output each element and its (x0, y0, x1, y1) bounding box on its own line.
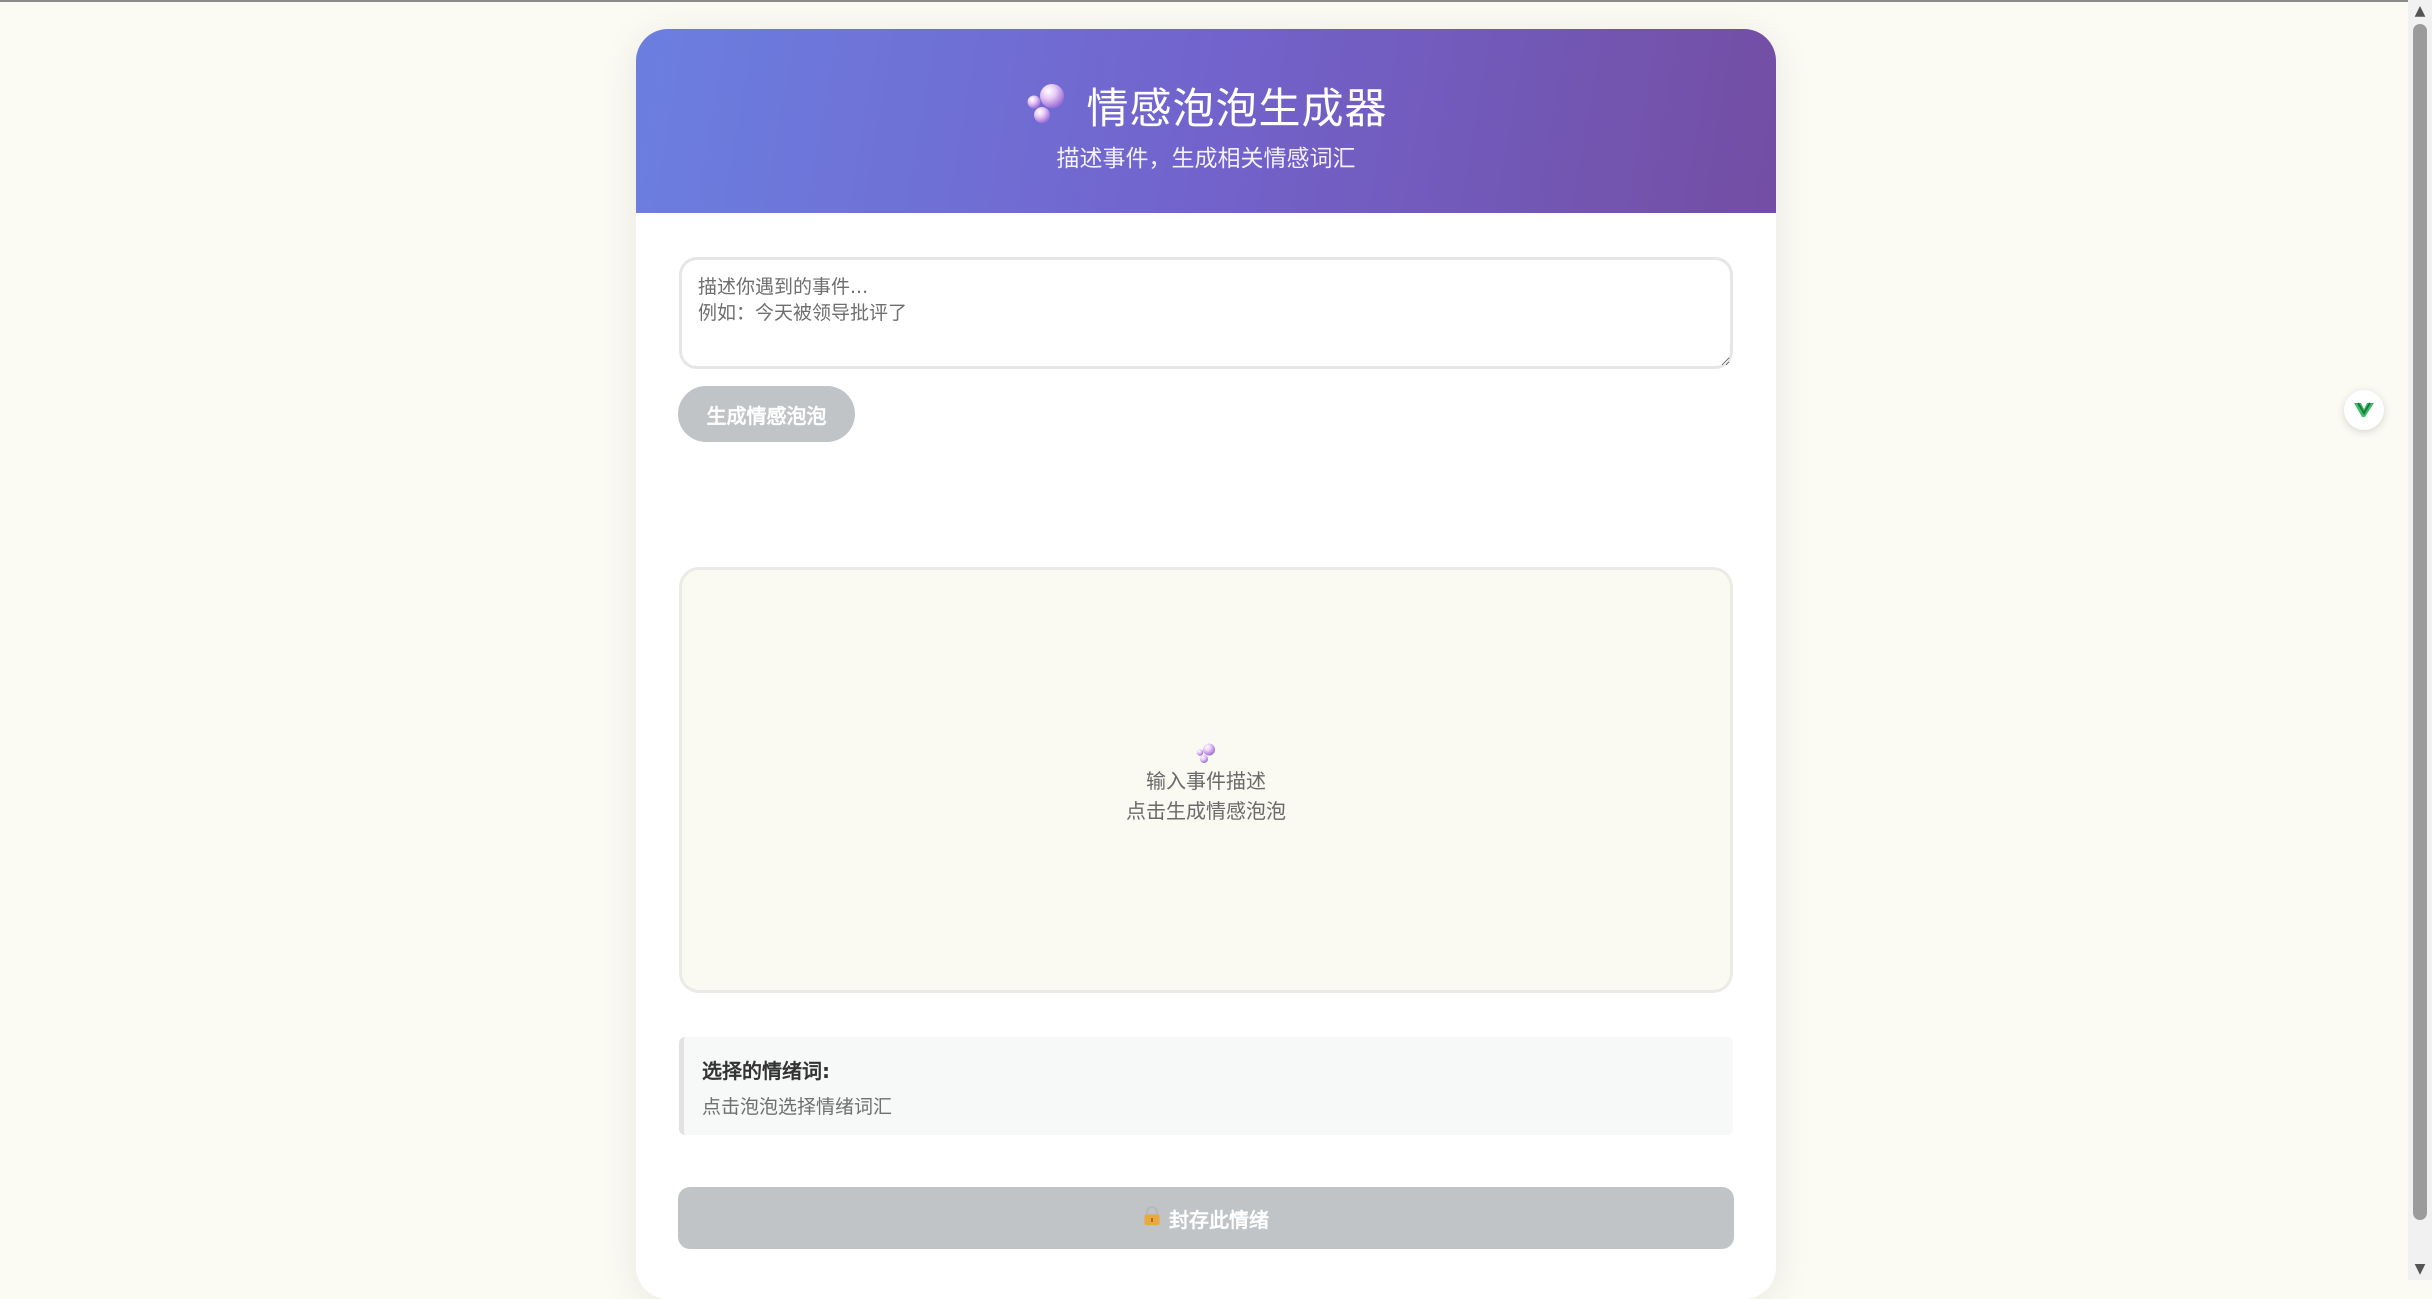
scroll-down-icon[interactable]: ▼ (2408, 1258, 2432, 1280)
page-scrollbar[interactable]: ▲ ▼ (2408, 0, 2432, 1280)
scroll-thumb[interactable] (2413, 24, 2427, 1220)
page-subtitle: 描述事件，生成相关情感词汇 (1056, 146, 1356, 172)
event-description-input[interactable] (679, 257, 1733, 369)
main-card: 情感泡泡生成器 描述事件，生成相关情感词汇 生成情感泡泡 (636, 29, 1776, 1299)
empty-line-1: 输入事件描述 (1146, 769, 1266, 793)
bubbles-small-icon (682, 742, 1730, 766)
extension-badge-icon[interactable] (2344, 390, 2384, 430)
bubbles-icon (1024, 82, 1068, 128)
empty-state: 输入事件描述 点击生成情感泡泡 (682, 742, 1730, 826)
title-row: 情感泡泡生成器 (636, 75, 1776, 135)
seal-emotion-button[interactable]: 封存此情绪 (678, 1187, 1734, 1249)
selected-emotions-box: 选择的情绪词: 点击泡泡选择情绪词汇 (679, 1037, 1733, 1135)
top-border (0, 0, 2408, 2)
selected-emotions-hint: 点击泡泡选择情绪词汇 (702, 1096, 893, 1118)
bubble-area[interactable]: 输入事件描述 点击生成情感泡泡 (679, 567, 1733, 993)
app-header: 情感泡泡生成器 描述事件，生成相关情感词汇 (636, 29, 1776, 213)
empty-line-2: 点击生成情感泡泡 (1126, 799, 1286, 823)
selected-emotions-title: 选择的情绪词: (702, 1059, 830, 1083)
lock-icon (1143, 1205, 1161, 1231)
generate-bubbles-button[interactable]: 生成情感泡泡 (678, 386, 855, 442)
scroll-up-icon[interactable]: ▲ (2408, 0, 2432, 22)
seal-emotion-label: 封存此情绪 (1169, 1207, 1269, 1232)
page-title: 情感泡泡生成器 (1086, 83, 1388, 133)
